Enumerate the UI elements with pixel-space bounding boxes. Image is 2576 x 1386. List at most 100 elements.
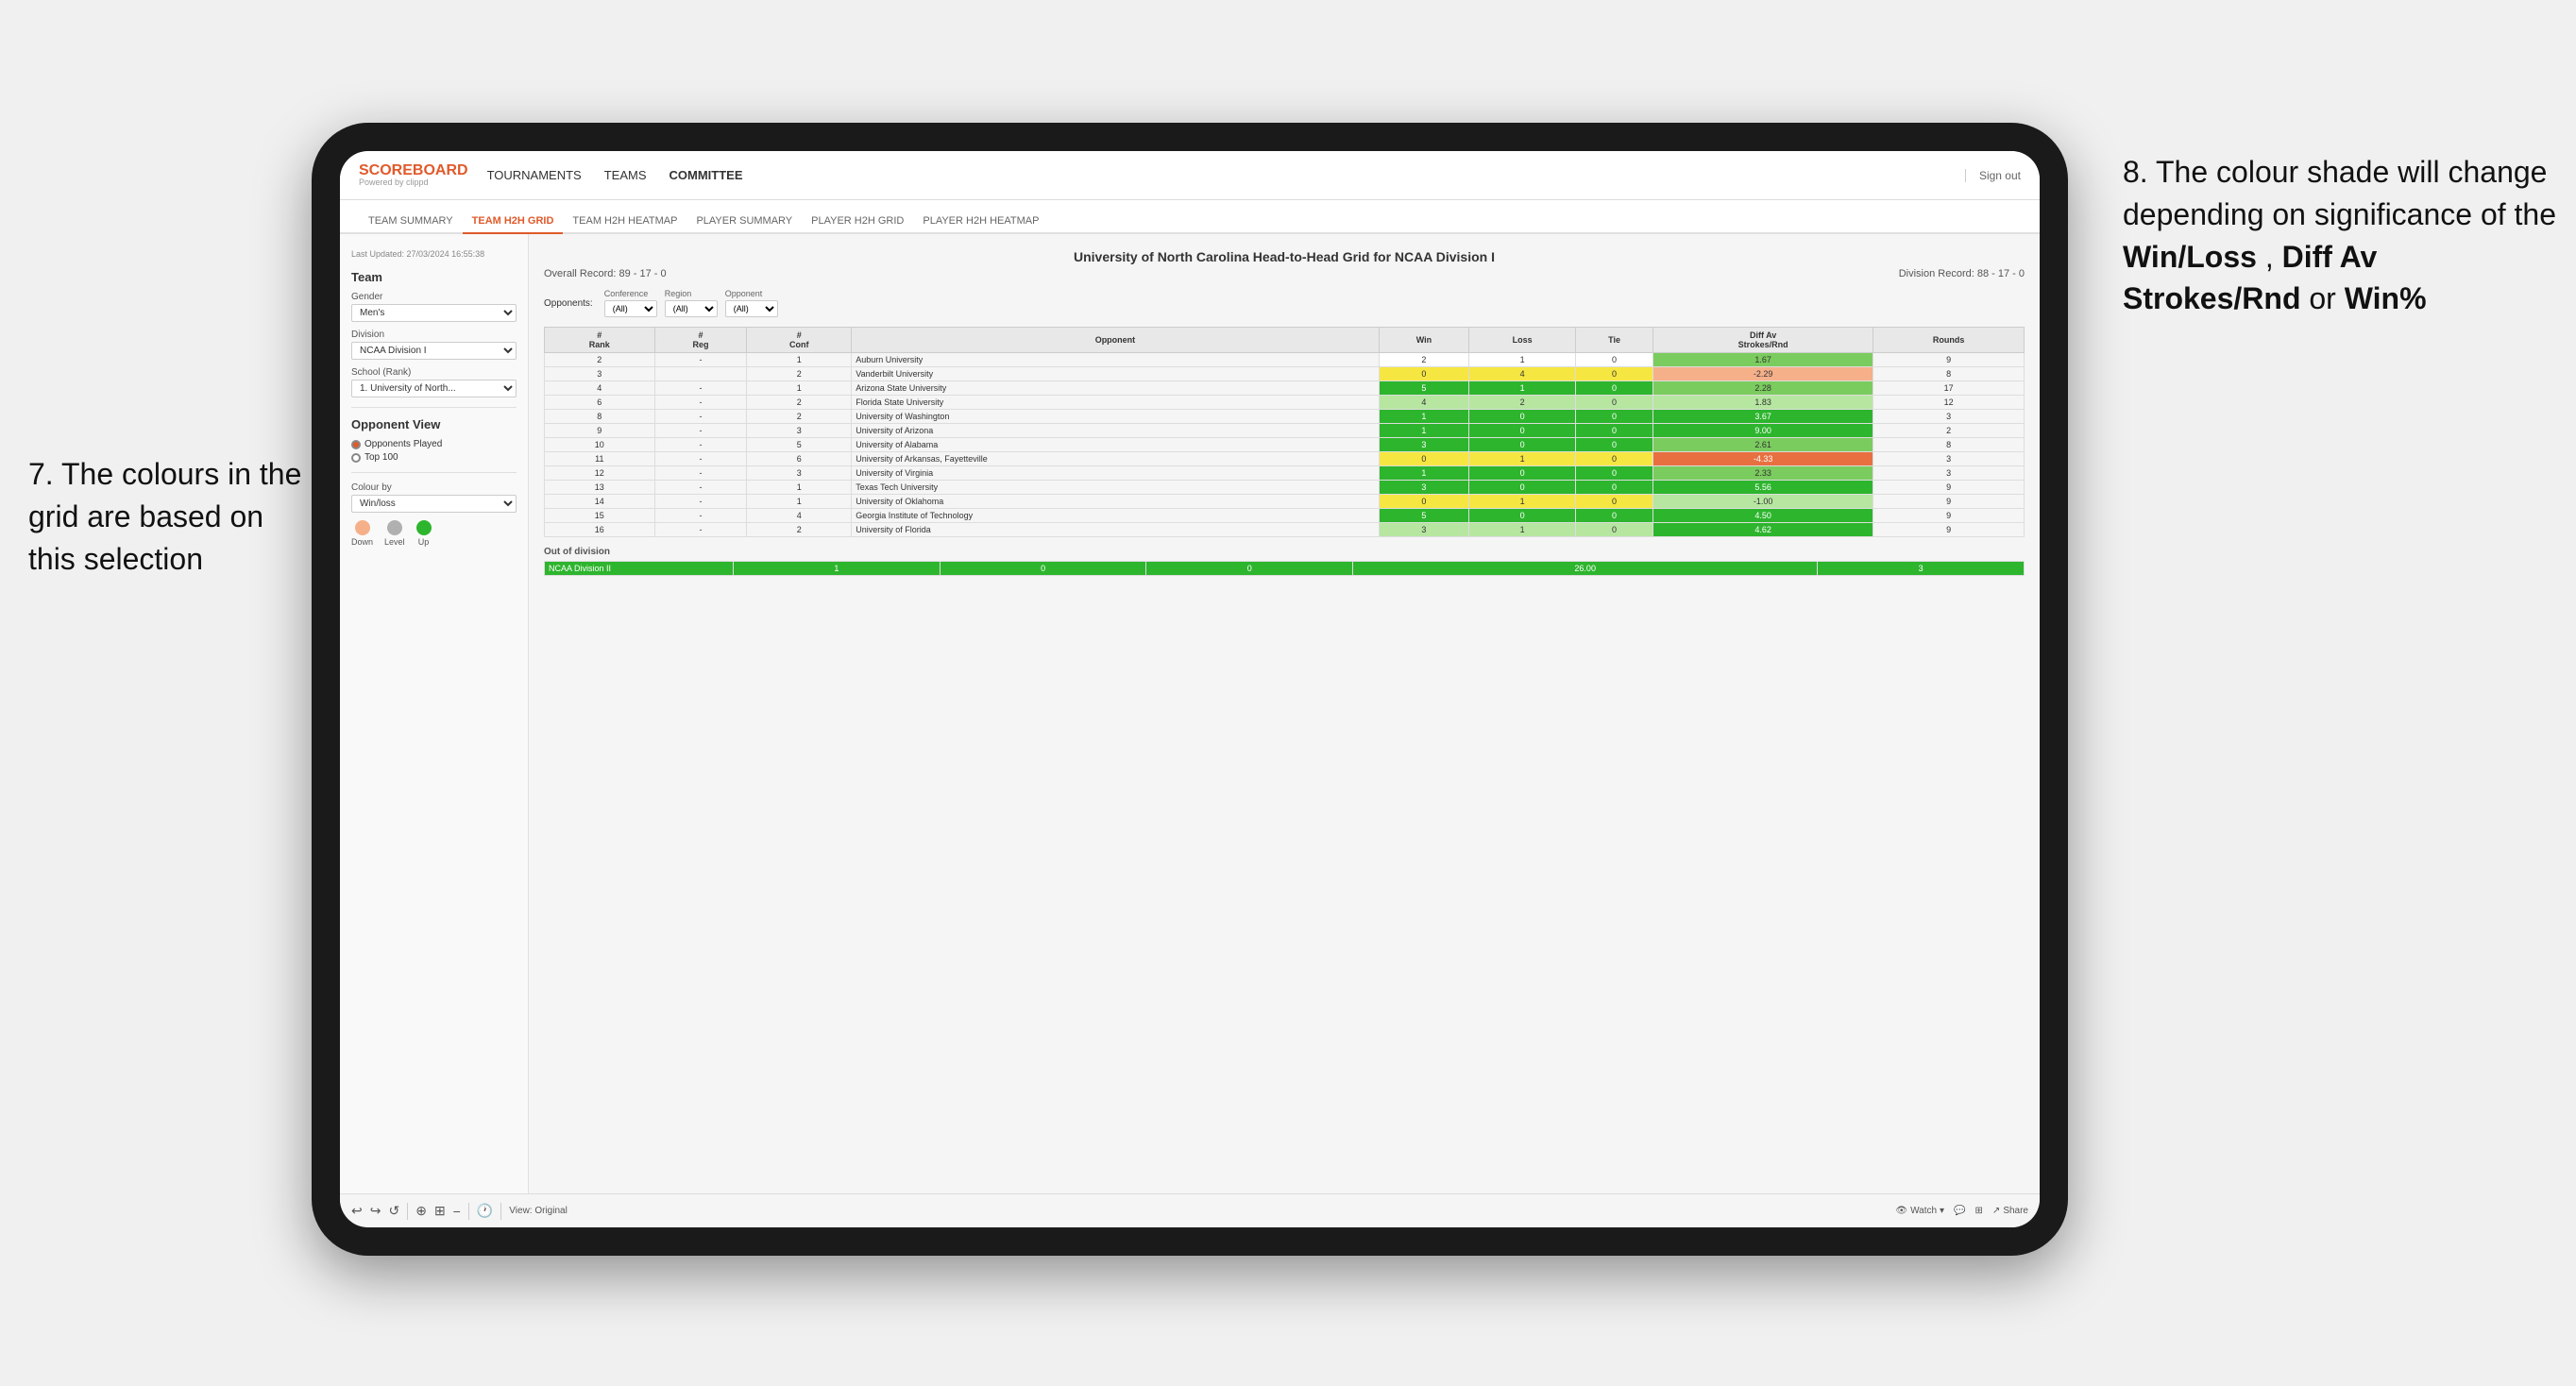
sign-out-link[interactable]: Sign out	[1965, 169, 2021, 182]
col-win: Win	[1379, 328, 1469, 353]
cell-win: 3	[1379, 523, 1469, 537]
cell-opponent: University of Oklahoma	[852, 495, 1379, 509]
opponent-view-label: Opponent View	[351, 417, 517, 431]
cell-tie: 0	[1576, 396, 1653, 410]
out-of-division-table: NCAA Division II 1 0 0 26.00 3	[544, 561, 2025, 576]
cell-rounds: 3	[1873, 452, 2025, 466]
cell-opponent: Texas Tech University	[852, 481, 1379, 495]
cell-rounds: 12	[1873, 396, 2025, 410]
cell-tie: 0	[1576, 424, 1653, 438]
table-row: 3 2 Vanderbilt University 0 4 0 -2.29 8	[545, 367, 2025, 381]
cell-opponent: Georgia Institute of Technology	[852, 509, 1379, 523]
overall-record: Overall Record: 89 - 17 - 0	[544, 268, 667, 279]
cell-loss: 1	[1469, 523, 1576, 537]
annotation-right-comma: ,	[2265, 240, 2282, 274]
subnav-player-summary[interactable]: PLAYER SUMMARY	[686, 210, 802, 234]
cell-tie: 0	[1576, 367, 1653, 381]
cell-win: 4	[1379, 396, 1469, 410]
share-button[interactable]: ↗ Share	[1992, 1206, 2028, 1216]
nav-tournaments[interactable]: TOURNAMENTS	[487, 164, 582, 186]
out-of-division-row: NCAA Division II 1 0 0 26.00 3	[545, 562, 2025, 576]
sub-nav: TEAM SUMMARY TEAM H2H GRID TEAM H2H HEAT…	[340, 200, 2040, 234]
legend-up: Up	[416, 520, 432, 547]
division-select[interactable]: NCAA Division I	[351, 342, 517, 360]
subnav-team-h2h-grid[interactable]: TEAM H2H GRID	[463, 210, 564, 234]
history-button[interactable]: ↺	[388, 1203, 399, 1219]
cell-opponent: University of Alabama	[852, 438, 1379, 452]
nav-committee[interactable]: COMMITTEE	[669, 164, 743, 186]
toolbar-divider-3	[500, 1203, 501, 1220]
cell-win: 0	[1379, 452, 1469, 466]
cell-opponent: Vanderbilt University	[852, 367, 1379, 381]
school-select[interactable]: 1. University of North...	[351, 380, 517, 397]
filter-row: Opponents: Conference (All) Region (All)	[544, 289, 2025, 317]
clock-button[interactable]: 🕐	[477, 1203, 493, 1219]
conference-filter-select[interactable]: (All)	[604, 300, 657, 317]
out-of-division-title: Out of division	[544, 547, 2025, 557]
out-div-win: 1	[734, 562, 941, 576]
out-div-name: NCAA Division II	[545, 562, 734, 576]
cell-conf: 2	[747, 410, 852, 424]
cell-reg	[654, 367, 747, 381]
region-filter-select[interactable]: (All)	[665, 300, 718, 317]
legend-level: Level	[384, 520, 405, 547]
cell-loss: 1	[1469, 381, 1576, 396]
cell-rounds: 9	[1873, 495, 2025, 509]
grid-area: University of North Carolina Head-to-Hea…	[529, 234, 2040, 1193]
region-filter-group: Region (All)	[665, 289, 718, 317]
colour-by-select[interactable]: Win/loss	[351, 495, 517, 513]
radio-top100[interactable]: Top 100	[351, 452, 517, 463]
cell-rank: 11	[545, 452, 655, 466]
cell-reg: -	[654, 424, 747, 438]
cell-conf: 1	[747, 495, 852, 509]
subnav-team-h2h-heatmap[interactable]: TEAM H2H HEATMAP	[563, 210, 686, 234]
cell-rank: 4	[545, 381, 655, 396]
cell-tie: 0	[1576, 509, 1653, 523]
cell-reg: -	[654, 353, 747, 367]
grid-button[interactable]: ⊞	[1975, 1206, 1983, 1216]
toolbar-divider-1	[407, 1203, 408, 1220]
cell-conf: 2	[747, 396, 852, 410]
cell-conf: 1	[747, 353, 852, 367]
gender-select[interactable]: Men's	[351, 304, 517, 322]
table-row: 4 - 1 Arizona State University 5 1 0 2.2…	[545, 381, 2025, 396]
table-row: 8 - 2 University of Washington 1 0 0 3.6…	[545, 410, 2025, 424]
table-row: 14 - 1 University of Oklahoma 0 1 0 -1.0…	[545, 495, 2025, 509]
opponent-filter-group: Opponent (All)	[725, 289, 778, 317]
subnav-player-h2h-heatmap[interactable]: PLAYER H2H HEATMAP	[913, 210, 1048, 234]
cell-rank: 6	[545, 396, 655, 410]
tablet-screen: SCOREBOARD Powered by clippd TOURNAMENTS…	[340, 151, 2040, 1227]
radio-dot-top100	[351, 453, 361, 463]
cell-tie: 0	[1576, 353, 1653, 367]
copy-button[interactable]: ⊕	[415, 1203, 427, 1219]
radio-opponents-played[interactable]: Opponents Played	[351, 439, 517, 449]
opponent-filter-select[interactable]: (All)	[725, 300, 778, 317]
table-row: 15 - 4 Georgia Institute of Technology 5…	[545, 509, 2025, 523]
table-row: 10 - 5 University of Alabama 3 0 0 2.61 …	[545, 438, 2025, 452]
cell-diff: 1.83	[1653, 396, 1873, 410]
comment-button[interactable]: 💬	[1954, 1206, 1965, 1216]
paste-button[interactable]: ⊞	[434, 1203, 446, 1219]
cell-rank: 10	[545, 438, 655, 452]
cell-win: 0	[1379, 495, 1469, 509]
redo-button[interactable]: ↪	[370, 1203, 381, 1219]
color-legend: Down Level Up	[351, 520, 517, 547]
cell-loss: 0	[1469, 466, 1576, 481]
dash-button[interactable]: −	[453, 1204, 461, 1219]
cell-opponent: Auburn University	[852, 353, 1379, 367]
subnav-player-h2h-grid[interactable]: PLAYER H2H GRID	[802, 210, 913, 234]
cell-diff: 4.62	[1653, 523, 1873, 537]
cell-loss: 1	[1469, 495, 1576, 509]
cell-opponent: University of Washington	[852, 410, 1379, 424]
watch-button[interactable]: 👁 Watch ▾	[1895, 1206, 1944, 1216]
cell-rank: 3	[545, 367, 655, 381]
cell-rank: 16	[545, 523, 655, 537]
cell-reg: -	[654, 452, 747, 466]
undo-button[interactable]: ↩	[351, 1203, 363, 1219]
bottom-toolbar: ↩ ↪ ↺ ⊕ ⊞ − 🕐 View: Original 👁 Watch ▾ 💬…	[340, 1193, 2040, 1227]
table-row: 12 - 3 University of Virginia 1 0 0 2.33…	[545, 466, 2025, 481]
nav-teams[interactable]: TEAMS	[604, 164, 647, 186]
cell-rounds: 8	[1873, 438, 2025, 452]
col-opponent: Opponent	[852, 328, 1379, 353]
subnav-team-summary[interactable]: TEAM SUMMARY	[359, 210, 463, 234]
